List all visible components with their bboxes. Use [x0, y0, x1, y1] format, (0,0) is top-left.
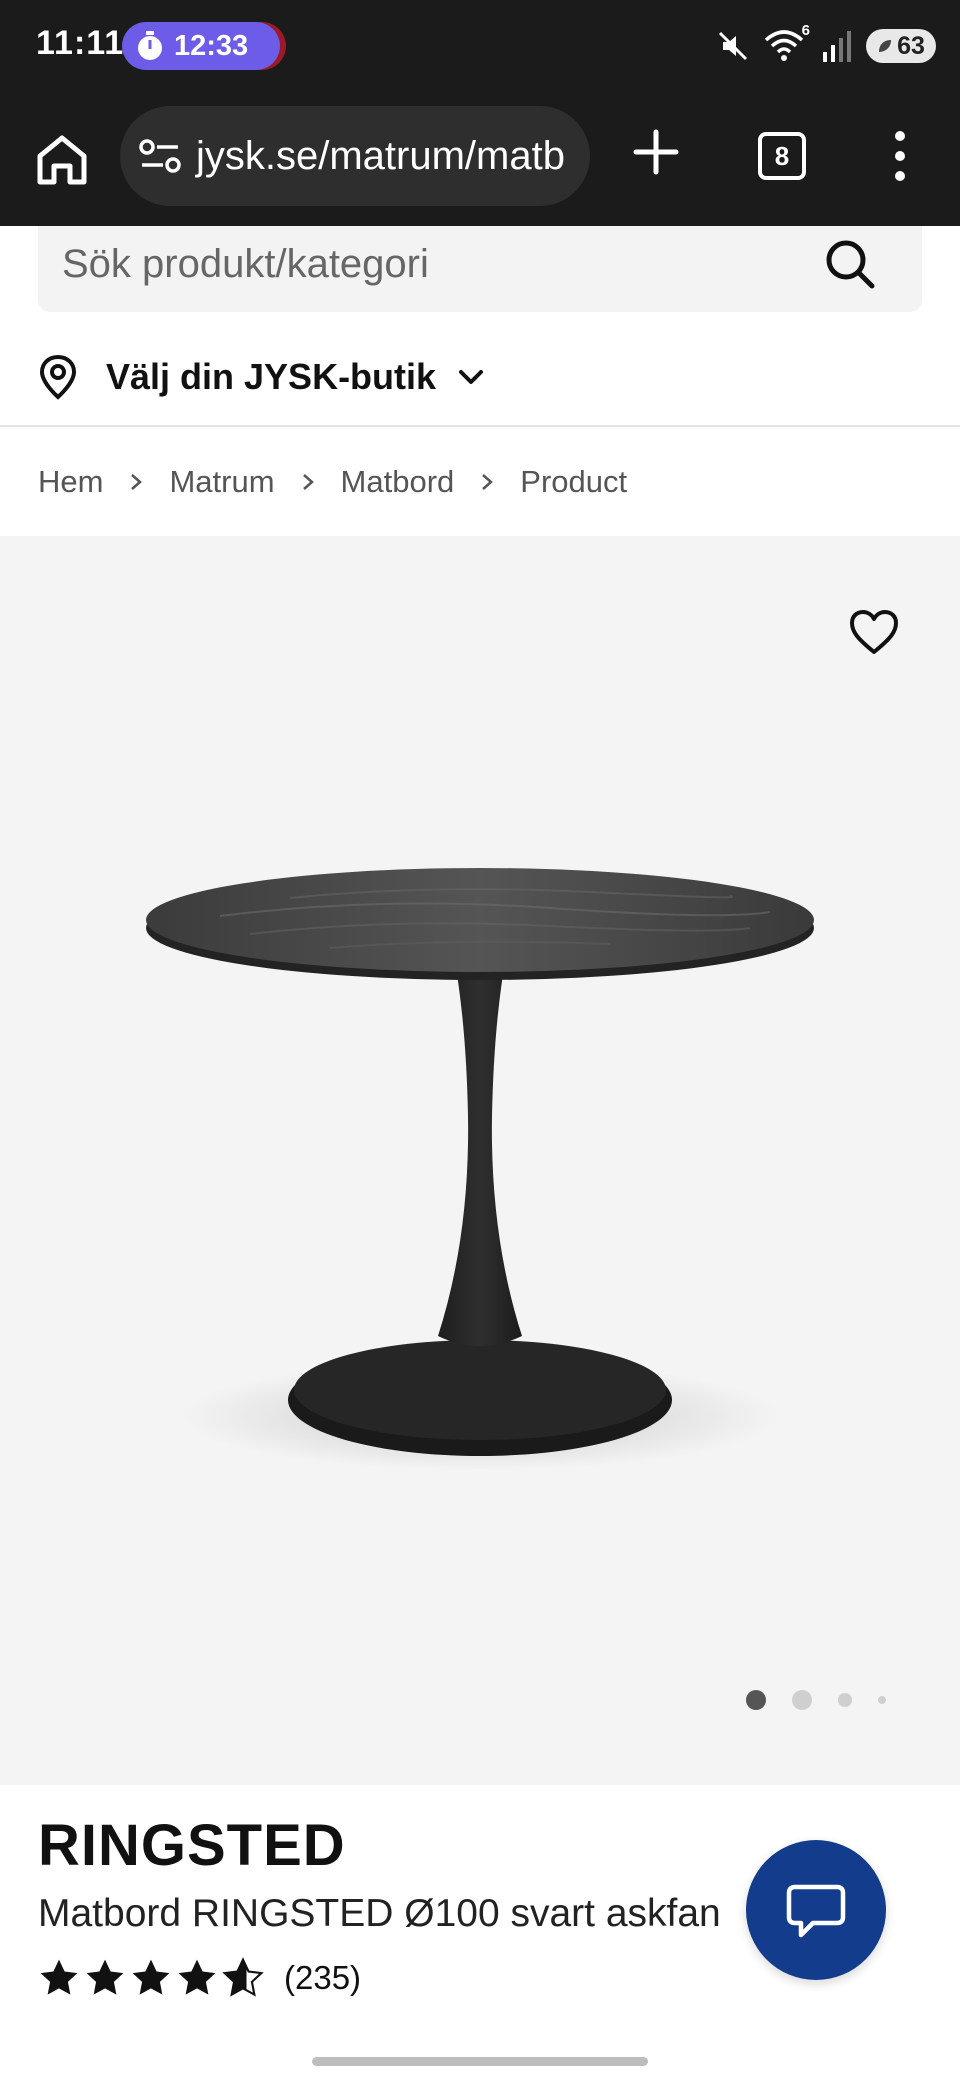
status-time: 11:11 [36, 24, 125, 62]
gallery-dot-active[interactable] [746, 1690, 766, 1710]
wifi-icon: 6 [764, 22, 810, 64]
gesture-navigation-bar[interactable] [312, 2057, 648, 2066]
store-selector[interactable]: Välj din JYSK-butik [38, 342, 486, 412]
chevron-right-icon [301, 472, 315, 492]
timer-chip[interactable]: 12:33 [122, 22, 280, 70]
gallery-dot[interactable] [838, 1693, 852, 1707]
review-count[interactable]: (235) [284, 1959, 361, 1997]
home-icon[interactable] [30, 128, 94, 192]
chat-bubble-icon [786, 1884, 846, 1938]
breadcrumb-item-hem[interactable]: Hem [38, 464, 103, 500]
timer-text: 12:33 [174, 29, 249, 62]
url-text: jysk.se/matrum/matb [196, 133, 565, 178]
url-bar[interactable]: jysk.se/matrum/matb [120, 106, 590, 206]
half-star-icon [222, 1957, 264, 1997]
heart-icon[interactable] [848, 608, 900, 656]
star-icon [132, 1959, 170, 1995]
browser-toolbar: jysk.se/matrum/matb 8 [0, 92, 960, 226]
product-brand: RINGSTED [38, 1813, 346, 1878]
tab-switcher-button[interactable]: 8 [758, 132, 806, 180]
chevron-right-icon [480, 472, 494, 492]
battery-level: 63 [897, 31, 925, 60]
search-icon[interactable] [820, 234, 880, 294]
signal-icon [823, 31, 851, 62]
star-icon [86, 1959, 124, 1995]
battery-indicator: 63 [866, 29, 936, 63]
breadcrumb-item-product: Product [520, 464, 628, 499]
tab-count: 8 [774, 140, 790, 171]
gallery-pagination [746, 1690, 886, 1710]
wifi-badge: 6 [801, 22, 810, 39]
star-icon [40, 1959, 78, 1995]
breadcrumb-item-matrum[interactable]: Matrum [169, 464, 274, 500]
search-input[interactable]: Sök produkt/kategori [62, 242, 429, 287]
breadcrumb: Hem Matrum Matbord Product [38, 462, 627, 502]
leaf-icon [879, 40, 892, 52]
product-gallery[interactable] [0, 536, 960, 1785]
stopwatch-icon [138, 31, 162, 60]
chevron-down-icon [459, 370, 484, 384]
site-settings-icon[interactable] [138, 136, 182, 176]
new-tab-icon[interactable] [626, 122, 686, 182]
product-title: Matbord RINGSTED Ø100 svart askfan [38, 1892, 721, 1935]
star-icon [178, 1959, 216, 1995]
product-rating[interactable]: (235) [38, 1957, 361, 1999]
gallery-dot[interactable] [792, 1690, 812, 1710]
chevron-right-icon [129, 472, 143, 492]
product-image [146, 868, 814, 1471]
gallery-dot[interactable] [878, 1696, 886, 1704]
chat-button[interactable] [746, 1840, 886, 1980]
divider [0, 425, 960, 427]
search-bar[interactable]: Sök produkt/kategori [38, 226, 922, 312]
breadcrumb-item-matbord[interactable]: Matbord [341, 464, 455, 500]
location-pin-icon [39, 354, 77, 400]
store-selector-label: Välj din JYSK-butik [106, 356, 437, 397]
mute-icon [718, 31, 748, 61]
more-menu-icon[interactable] [880, 124, 920, 188]
status-bar: 11:11 12:33 6 63 [0, 0, 960, 92]
